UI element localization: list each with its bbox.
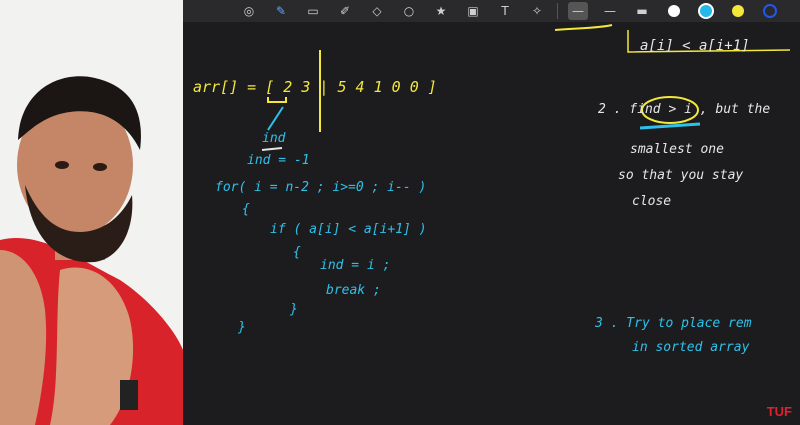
step2-line2: smallest one <box>630 142 724 157</box>
for-loop-line: for( i = n-2 ; i>=0 ; i-- ) <box>215 180 427 195</box>
tuf-logo: TUF <box>766 404 792 419</box>
board-strokes <box>261 24 791 151</box>
brace-close: } <box>238 320 246 335</box>
brace-open: { <box>242 202 250 217</box>
step2-line3: so that you stay <box>618 168 744 183</box>
highlight-underline <box>639 122 701 130</box>
bracket-mark <box>267 97 287 103</box>
break-line: break ; <box>326 283 381 298</box>
step3-line2: in sorted array <box>632 340 750 355</box>
inner-brace-open: { <box>293 245 301 260</box>
ind-init-line: ind = -1 <box>247 153 310 168</box>
underline-mark <box>261 147 283 151</box>
top-arrow-stroke <box>554 24 613 31</box>
ind-label: ind <box>262 131 286 146</box>
step2-line4: close <box>632 194 672 209</box>
assign-line: ind = i ; <box>320 258 391 273</box>
if-line: if ( a[i] < a[i+1] ) <box>270 222 427 237</box>
video-frame: ◎ ✎ ▭ ✐ ◇ ○ ★ ▣ T ✧ — — ▬ arr[] = [ 2 3 … <box>0 0 800 425</box>
step2-line1: 2 . find > i , but the <box>598 102 771 117</box>
step3-line1: 3 . Try to place rem <box>595 316 752 331</box>
inner-brace-close: } <box>290 302 298 317</box>
array-line: arr[] = [ 2 3 | 5 4 1 0 0 ] <box>193 78 437 96</box>
pointer-arrow <box>267 106 284 131</box>
top-note: a[i] < a[i+1] <box>640 38 750 54</box>
